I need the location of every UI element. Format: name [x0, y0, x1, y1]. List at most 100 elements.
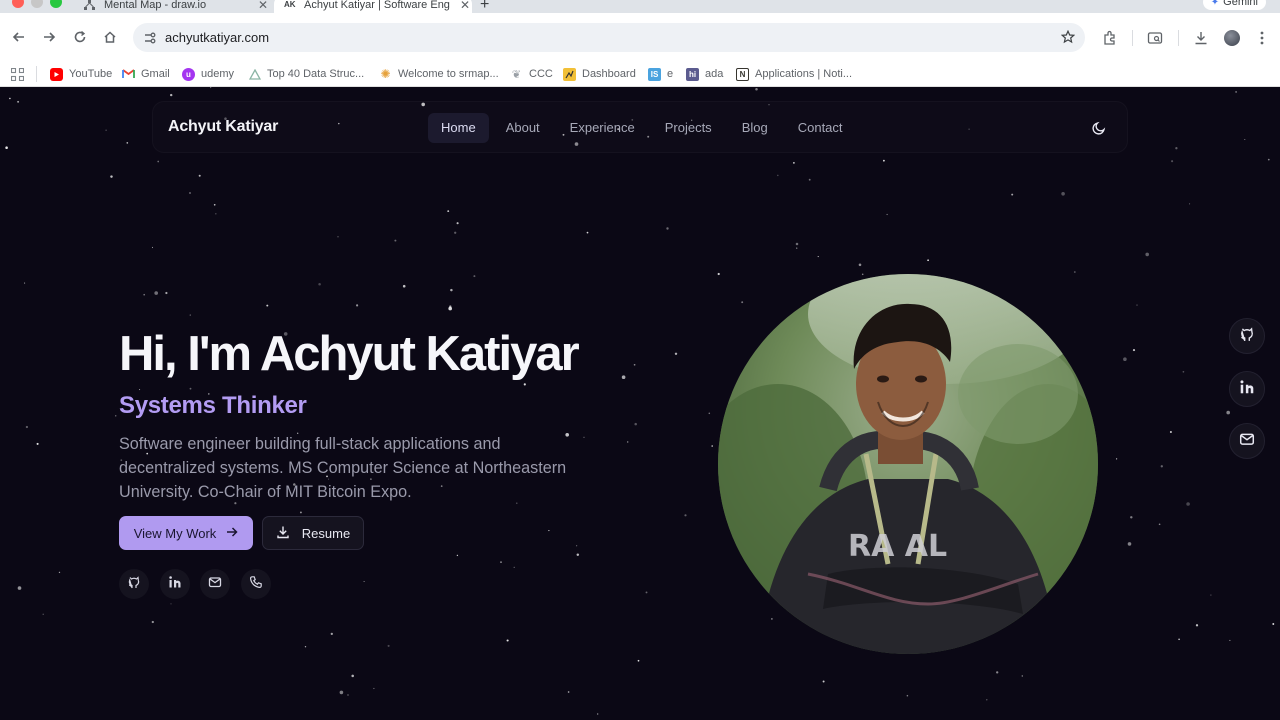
- star-dot: [513, 566, 515, 569]
- site-brand[interactable]: Achyut Katiyar: [168, 118, 278, 136]
- reload-icon[interactable]: [73, 30, 87, 44]
- bookmark-dashboard[interactable]: Dashboard: [563, 65, 636, 83]
- phone-link[interactable]: [241, 569, 271, 599]
- star-dot: [24, 282, 26, 284]
- star-dot: [450, 288, 453, 292]
- resume-button[interactable]: Resume: [262, 516, 364, 550]
- star-dot: [1175, 147, 1178, 150]
- star-dot: [645, 591, 648, 594]
- star-dot: [394, 239, 397, 242]
- close-tab-icon[interactable]: ✕: [458, 0, 472, 12]
- extensions-icon[interactable]: [1102, 30, 1118, 46]
- url-text: achyutkatiyar.com: [165, 30, 270, 45]
- star-dot: [115, 415, 117, 417]
- tab-search-icon[interactable]: [1147, 30, 1163, 46]
- star-dot: [927, 259, 929, 262]
- star-dot: [771, 618, 773, 620]
- star-dot: [1189, 203, 1191, 205]
- zoom-window-button[interactable]: [50, 0, 62, 8]
- bookmark-udemy[interactable]: u udemy: [182, 65, 234, 83]
- bookmark-notion[interactable]: N Applications | Noti...: [736, 65, 852, 83]
- star-dot: [36, 442, 39, 445]
- browser-tab-portfolio[interactable]: AK Achyut Katiyar | Software Eng ✕: [274, 0, 472, 13]
- star-dot: [808, 178, 811, 181]
- bookmark-label: Welcome to srmap...: [398, 68, 499, 80]
- star-dot: [304, 646, 307, 648]
- address-bar[interactable]: achyutkatiyar.com: [133, 23, 1085, 52]
- tab-title: Mental Map - draw.io: [104, 0, 207, 11]
- browser-tab-drawio[interactable]: Mental Map - draw.io ✕: [74, 0, 270, 13]
- nav-link-experience[interactable]: Experience: [557, 113, 648, 143]
- moon-icon[interactable]: [1091, 120, 1107, 136]
- star-dot: [189, 314, 191, 316]
- close-tab-icon[interactable]: ✕: [256, 0, 270, 12]
- nav-link-home[interactable]: Home: [428, 113, 489, 143]
- bookmark-e[interactable]: IS e: [648, 65, 673, 83]
- side-linkedin-link[interactable]: [1229, 371, 1265, 407]
- side-github-link[interactable]: [1229, 318, 1265, 354]
- view-my-work-button[interactable]: View My Work: [119, 516, 253, 550]
- github-icon: [127, 575, 141, 594]
- star-dot: [198, 174, 201, 177]
- github-link[interactable]: [119, 569, 149, 599]
- bookmark-ada[interactable]: hi ada: [686, 65, 723, 83]
- star-dot: [1169, 430, 1172, 434]
- hi-icon: hi: [686, 67, 699, 81]
- star-dot: [110, 175, 113, 178]
- star-dot: [1021, 675, 1024, 677]
- back-icon[interactable]: [12, 30, 26, 44]
- star-dot: [1011, 193, 1014, 196]
- minimize-window-button[interactable]: [31, 0, 43, 8]
- nav-link-blog[interactable]: Blog: [729, 113, 781, 143]
- forward-icon[interactable]: [42, 30, 56, 44]
- nav-menu: Home About Experience Projects Blog Cont…: [428, 113, 856, 143]
- star-dot: [576, 545, 578, 547]
- star-dot: [500, 561, 502, 563]
- star-dot: [456, 554, 459, 557]
- udemy-icon: u: [182, 67, 195, 81]
- sun-icon: ✺: [380, 67, 391, 81]
- star-dot: [1132, 349, 1136, 352]
- nav-link-about[interactable]: About: [493, 113, 553, 143]
- bookmark-gmail[interactable]: Gmail: [122, 65, 170, 83]
- gemini-button[interactable]: ✦ Gemini: [1202, 0, 1266, 10]
- star-dot: [1130, 516, 1133, 519]
- home-icon[interactable]: [103, 30, 117, 44]
- svg-text:RA AL: RA AL: [848, 529, 947, 564]
- github-icon: [1239, 326, 1255, 347]
- side-email-link[interactable]: [1229, 423, 1265, 459]
- star-dot: [858, 263, 862, 267]
- star-dot: [1127, 542, 1132, 546]
- star-dot: [170, 603, 172, 605]
- bookmark-star-icon[interactable]: [1060, 29, 1076, 44]
- arrow-right-icon: [226, 526, 238, 541]
- new-tab-button[interactable]: +: [480, 0, 489, 14]
- bookmark-label: YouTube: [69, 68, 113, 80]
- nav-link-projects[interactable]: Projects: [652, 113, 725, 143]
- apps-grid-icon[interactable]: [11, 65, 24, 83]
- hero-role: Systems Thinker: [119, 392, 307, 419]
- star-dot: [143, 293, 146, 296]
- star-dot: [627, 441, 629, 443]
- site-info-icon[interactable]: [143, 31, 157, 45]
- email-link[interactable]: [200, 569, 230, 599]
- star-dot: [17, 586, 22, 590]
- star-dot: [637, 659, 640, 662]
- more-menu-icon[interactable]: [1254, 30, 1270, 46]
- star-dot: [1272, 623, 1275, 625]
- bookmark-youtube[interactable]: YouTube: [50, 65, 112, 83]
- close-window-button[interactable]: [12, 0, 24, 8]
- star-dot: [456, 222, 459, 225]
- star-dot: [1186, 502, 1190, 506]
- linkedin-link[interactable]: [160, 569, 190, 599]
- bookmark-ccc[interactable]: ❦ CCC: [510, 65, 553, 83]
- star-dot: [986, 699, 988, 701]
- star-dot: [154, 291, 158, 295]
- bookmark-data-structures[interactable]: Top 40 Data Struc...: [248, 65, 364, 83]
- linkedin-icon: [1239, 379, 1255, 400]
- bookmark-srmap[interactable]: ✺ Welcome to srmap...: [379, 65, 499, 83]
- nav-link-contact[interactable]: Contact: [785, 113, 856, 143]
- download-icon[interactable]: [1193, 30, 1209, 46]
- star-dot: [402, 284, 406, 288]
- profile-avatar[interactable]: [1224, 30, 1240, 46]
